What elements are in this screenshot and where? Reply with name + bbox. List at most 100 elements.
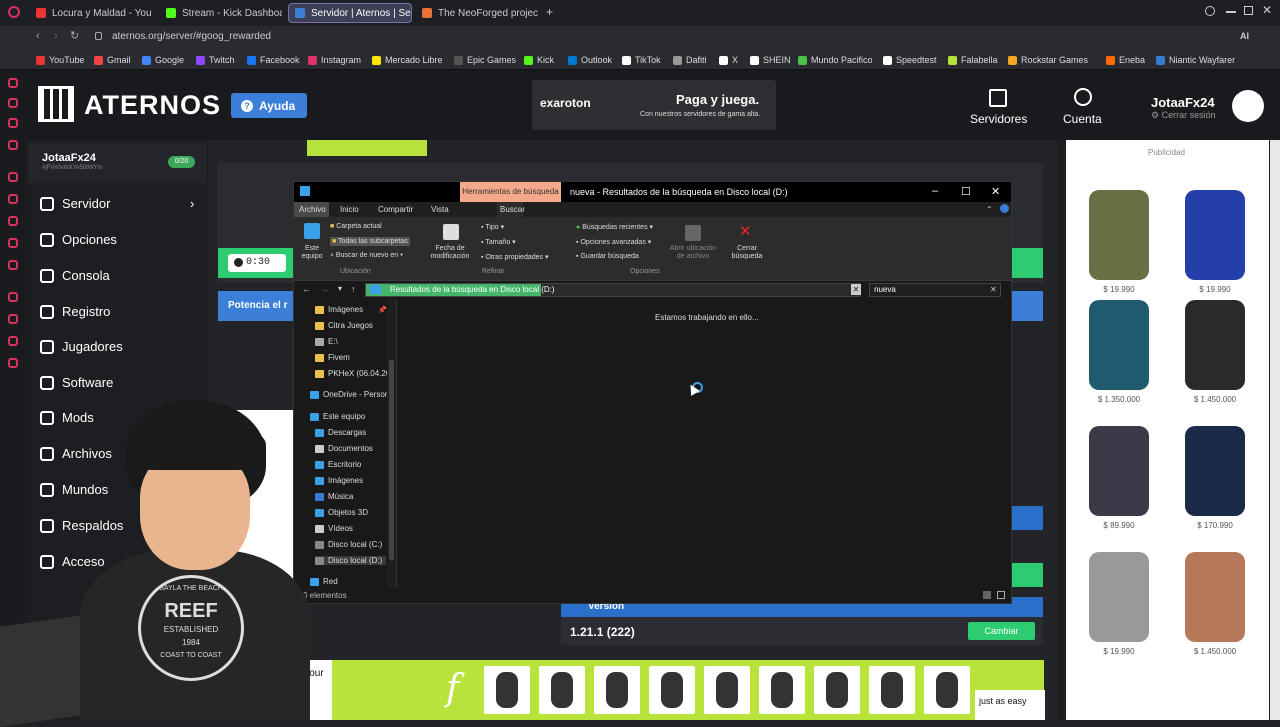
modified-date-button[interactable]: Fecha de modificación xyxy=(424,245,476,261)
recent-searches-button[interactable]: ● Búsquedas recientes ▾ xyxy=(576,223,653,231)
bookmark-x[interactable]: X xyxy=(719,55,738,65)
servers-link[interactable]: Servidores xyxy=(970,112,1027,126)
tab-aternos[interactable]: Servidor | Aternos | Servi xyxy=(288,3,412,23)
bottom-ad-right[interactable]: just as easy xyxy=(975,690,1045,720)
bookmark-niantic-wayfarer[interactable]: Niantic Wayfarer xyxy=(1156,55,1235,65)
close-window-icon[interactable]: ✕ xyxy=(1262,3,1272,17)
bookmark-dafiti[interactable]: Dafiti xyxy=(673,55,707,65)
change-button[interactable] xyxy=(1010,563,1043,587)
nav-pane-item[interactable]: Disco local (C:) xyxy=(315,540,382,549)
sidebar-app-icon[interactable] xyxy=(8,172,18,182)
nav-pane-item[interactable]: Citra Juegos xyxy=(315,321,373,330)
ad-product[interactable] xyxy=(594,666,640,714)
sidebar-item-servidor[interactable]: Servidor xyxy=(40,196,110,211)
logout-link[interactable]: ⚙ Cerrar sesión xyxy=(1151,110,1216,121)
ad-product[interactable] xyxy=(704,666,750,714)
tab-youtube[interactable]: Locura y Maldad - You xyxy=(30,3,154,23)
nav-pane-item[interactable]: Escritorio xyxy=(315,460,361,469)
ad-item[interactable]: $ 19.990 xyxy=(1170,190,1260,300)
url-field[interactable]: aternos.org/server/#goog_rewarded xyxy=(112,31,271,42)
maximize-icon[interactable]: ☐ xyxy=(961,185,971,198)
bookmark-kick[interactable]: Kick xyxy=(524,55,554,65)
nav-pane-item[interactable]: Fivem xyxy=(315,353,350,362)
ad-product[interactable] xyxy=(869,666,915,714)
bookmark-shein[interactable]: SHEIN xyxy=(750,55,791,65)
forward-arrow-icon[interactable]: → xyxy=(320,284,329,294)
menu-vista[interactable]: Vista xyxy=(431,205,449,214)
nav-pane-item[interactable]: Descargas xyxy=(315,428,366,437)
type-button[interactable]: ▪ Tipo ▾ xyxy=(481,223,504,231)
menu-compartir[interactable]: Compartir xyxy=(378,205,413,214)
bookmark-tiktok[interactable]: TikTok xyxy=(622,55,661,65)
sidebar-app-icon[interactable] xyxy=(8,292,18,302)
clear-path-icon[interactable]: ✕ xyxy=(851,284,861,295)
sidebar-item-opciones[interactable]: Opciones xyxy=(40,232,117,247)
advanced-options-button[interactable]: ▪ Opciones avanzadas ▾ xyxy=(576,238,651,246)
sidebar-app-icon[interactable] xyxy=(8,336,18,346)
ad-item[interactable]: $ 19.990 xyxy=(1074,190,1164,300)
ad-product[interactable] xyxy=(924,666,970,714)
aternos-logo-icon[interactable] xyxy=(38,86,74,122)
nav-pane-item[interactable]: Red xyxy=(310,577,338,586)
minimize-icon[interactable] xyxy=(1226,11,1236,13)
nav-pane-item[interactable]: Disco local (D:) xyxy=(315,556,387,565)
sidebar-item-acceso[interactable]: Acceso xyxy=(40,554,105,569)
clear-search-icon[interactable]: ✕ xyxy=(990,285,997,294)
close-search-button[interactable]: Cerrar búsqueda xyxy=(727,245,767,261)
search-again-button[interactable]: ⌕ Buscar de nuevo en ▾ xyxy=(330,252,403,260)
tab-kick[interactable]: Stream - Kick Dashboard xyxy=(160,3,282,23)
avatar-icon[interactable] xyxy=(1232,90,1264,122)
search-tools-tab[interactable]: Herramientas de búsqueda xyxy=(460,182,561,202)
bookmark-facebook[interactable]: Facebook xyxy=(247,55,300,65)
sidebar-app-icon[interactable] xyxy=(8,140,18,150)
other-properties-button[interactable]: ▪ Otras propiedades ▾ xyxy=(481,253,549,261)
nav-pane-item[interactable]: Imágenes xyxy=(315,305,363,314)
ad-product[interactable] xyxy=(649,666,695,714)
nav-pane-item[interactable]: Objetos 3D xyxy=(315,508,368,517)
help-icon[interactable] xyxy=(1000,204,1009,213)
change-button[interactable] xyxy=(1010,506,1043,530)
sidebar-item-respaldos[interactable]: Respaldos xyxy=(40,518,123,533)
bookmark-speedtest[interactable]: Speedtest xyxy=(883,55,937,65)
opera-logo-icon[interactable] xyxy=(8,6,20,18)
ad-item[interactable]: $ 19.990 xyxy=(1074,552,1164,662)
nav-scroll-thumb[interactable] xyxy=(389,360,394,560)
ad-item[interactable]: $ 1.450.000 xyxy=(1170,552,1260,662)
sidebar-item-jugadores[interactable]: Jugadores xyxy=(40,339,123,354)
sidebar-app-icon[interactable] xyxy=(8,118,18,128)
up-arrow-icon[interactable]: ↑ xyxy=(351,284,356,294)
bookmark-youtube[interactable]: YouTube xyxy=(36,55,84,65)
help-button[interactable]: ? Ayuda xyxy=(231,93,307,118)
bookmark-epic-games[interactable]: Epic Games xyxy=(454,55,516,65)
sidebar-app-icon[interactable] xyxy=(8,78,18,88)
new-tab-button[interactable]: + xyxy=(546,5,553,19)
ad-product[interactable] xyxy=(759,666,805,714)
sidebar-item-mundos[interactable]: Mundos xyxy=(40,482,108,497)
bookmark-google[interactable]: Google xyxy=(142,55,184,65)
this-pc-button[interactable]: Este equipo xyxy=(299,245,325,261)
brand-name[interactable]: ATERNOS xyxy=(84,90,221,121)
back-icon[interactable]: ‹ xyxy=(36,30,40,42)
ad-product[interactable] xyxy=(484,666,530,714)
reload-icon[interactable]: ↻ xyxy=(70,29,79,42)
sidebar-app-icon[interactable] xyxy=(8,194,18,204)
nav-pane-item[interactable]: Este equipo xyxy=(310,412,365,421)
sidebar-app-icon[interactable] xyxy=(8,314,18,324)
close-icon[interactable]: ✕ xyxy=(991,185,1000,198)
back-arrow-icon[interactable]: ← xyxy=(302,284,311,294)
nav-pane-item[interactable]: Documentos xyxy=(315,444,373,453)
tab-neoforged[interactable]: The NeoForged project xyxy=(416,3,538,23)
search-tabs-icon[interactable] xyxy=(1205,6,1215,16)
nav-pane-item[interactable]: PKHeX (06.04.20 xyxy=(315,369,390,378)
nav-pane-item[interactable]: E:\ xyxy=(315,337,338,346)
top-ad-strip[interactable] xyxy=(307,140,427,156)
ad-product[interactable] xyxy=(539,666,585,714)
bookmark-falabella[interactable]: Falabella xyxy=(948,55,998,65)
collapse-ribbon-icon[interactable]: ⌃ xyxy=(986,205,993,214)
nav-pane-item[interactable]: OneDrive - Person xyxy=(310,390,389,399)
minimize-icon[interactable]: – xyxy=(932,185,938,197)
sidebar-item-registro[interactable]: Registro xyxy=(40,304,110,319)
ad-item[interactable]: $ 1.450.000 xyxy=(1170,300,1260,410)
menu-buscar[interactable]: Buscar xyxy=(500,205,525,214)
all-subfolders-button[interactable]: ■ Todas las subcarpetas xyxy=(330,237,410,246)
